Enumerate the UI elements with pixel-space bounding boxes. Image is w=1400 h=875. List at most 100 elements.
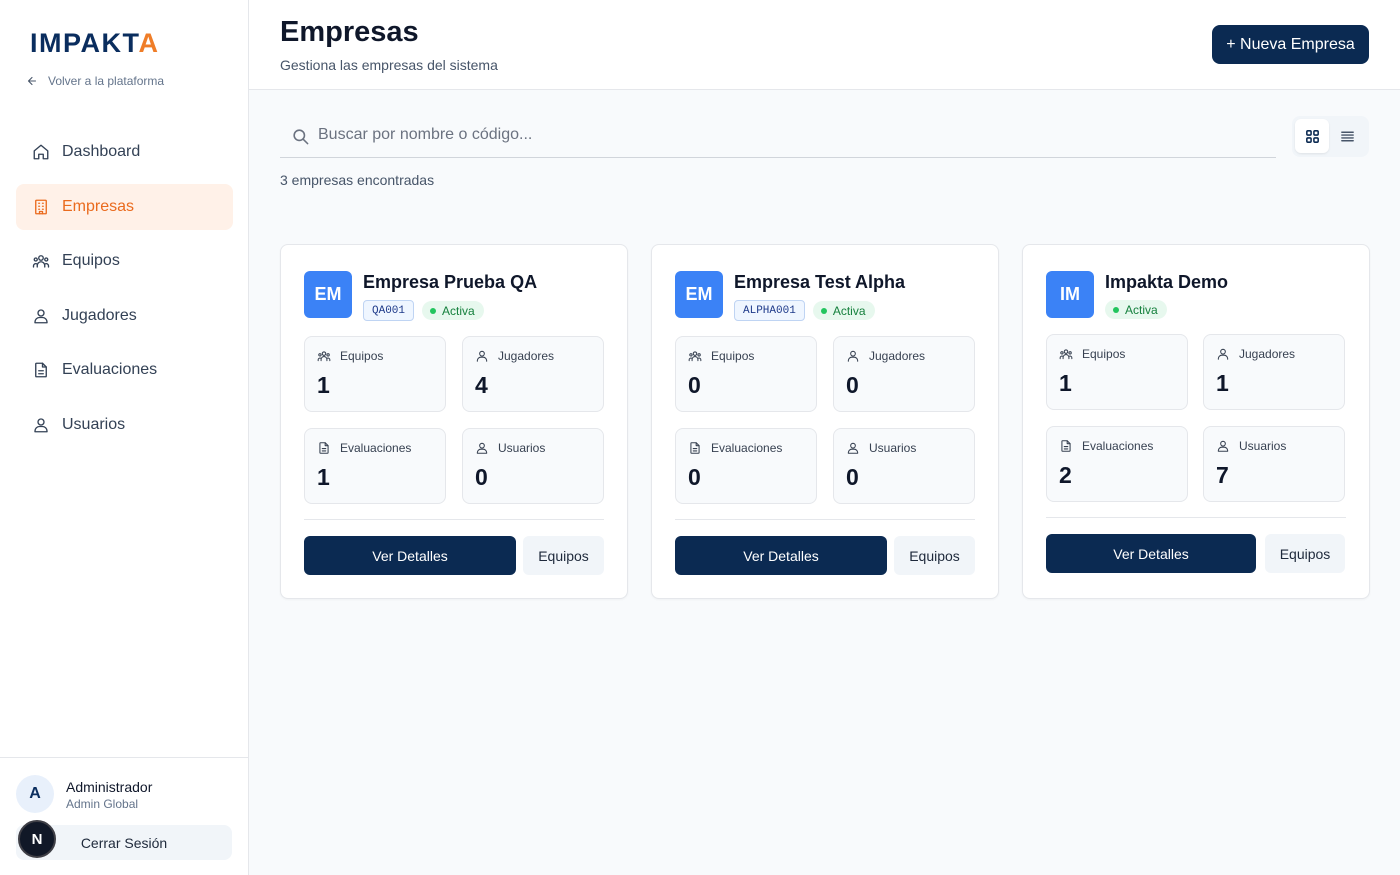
back-to-platform-link[interactable]: Volver a la plataforma	[26, 74, 164, 88]
list-view-button[interactable]	[1330, 119, 1364, 153]
users-icon	[476, 442, 488, 454]
sidebar-item-label: Dashboard	[62, 143, 141, 160]
stat-label: Usuarios	[475, 441, 545, 455]
stat-value: 4	[475, 372, 488, 398]
stat-label-text: Jugadores	[869, 349, 926, 363]
stat-label-text: Evaluaciones	[711, 441, 783, 455]
status-label: Activa	[832, 303, 866, 318]
document-icon	[319, 442, 329, 454]
stat-value: 1	[317, 372, 330, 398]
page-subtitle: Gestiona las empresas del sistema	[280, 57, 498, 73]
page-header: Empresas Gestiona las empresas del siste…	[249, 0, 1400, 90]
dev-tools-badge[interactable]: N	[18, 820, 56, 858]
card-divider	[304, 519, 604, 520]
user-icon	[847, 350, 859, 362]
stat-label: Usuarios	[1216, 439, 1286, 453]
stat-label: Equipos	[688, 349, 754, 363]
sidebar-item-label: Equipos	[62, 252, 120, 269]
status-dot-icon	[1113, 306, 1119, 313]
company-card: IM Impakta Demo Activa Equipos 1 Jugador…	[1022, 244, 1370, 599]
sidebar-item-jugadores[interactable]: Jugadores	[16, 293, 233, 339]
status-label: Activa	[442, 303, 475, 318]
sidebar-item-dashboard[interactable]: Dashboard	[16, 129, 233, 175]
stat-label-text: Equipos	[340, 349, 384, 363]
stat-label: Evaluaciones	[317, 441, 411, 455]
stat-label-text: Jugadores	[498, 349, 555, 363]
stat-label: Evaluaciones	[688, 441, 782, 455]
team-icon	[688, 351, 702, 362]
stat-value: 0	[688, 464, 701, 490]
stat-label: Usuarios	[846, 441, 916, 455]
view-details-button[interactable]: Ver Detalles	[1046, 534, 1256, 573]
user-name: Administrador	[66, 779, 153, 795]
sidebar-item-label: Evaluaciones	[62, 361, 158, 378]
stat-label-text: Jugadores	[1239, 347, 1296, 361]
document-icon	[690, 442, 700, 454]
team-icon	[32, 255, 50, 268]
stat-value: 0	[846, 464, 859, 490]
logo[interactable]: IMPAKTA	[30, 28, 159, 59]
users-icon	[34, 308, 48, 323]
status-badge: Activa	[812, 301, 875, 320]
sidebar-item-evaluaciones[interactable]: Evaluaciones	[16, 347, 233, 393]
stat-label-text: Evaluaciones	[1082, 439, 1154, 453]
stat-value: 1	[1216, 370, 1229, 396]
logo-accent: A	[138, 28, 160, 58]
company-card: EM Empresa Test Alpha ALPHA001 Activa Eq…	[651, 244, 999, 599]
status-badge: Activa	[1105, 300, 1167, 319]
grid-view-button[interactable]	[1295, 119, 1329, 153]
card-divider	[1046, 517, 1346, 518]
status-dot-icon	[430, 307, 437, 314]
stat-teams: Equipos 1	[1046, 334, 1188, 410]
teams-button[interactable]: Equipos	[523, 536, 604, 575]
sidebar-item-label: Empresas	[62, 197, 135, 215]
stat-label: Evaluaciones	[1059, 439, 1153, 453]
search-icon	[293, 129, 309, 145]
stat-evaluations: Evaluaciones 0	[675, 428, 817, 504]
company-badges: ALPHA001 Activa	[734, 300, 875, 321]
stat-label-text: Usuarios	[869, 441, 917, 455]
stat-value: 2	[1059, 462, 1072, 488]
status-label: Activa	[1125, 302, 1158, 317]
teams-button[interactable]: Equipos	[894, 536, 975, 575]
sidebar-item-label: Jugadores	[62, 306, 137, 324]
stat-label: Equipos	[317, 349, 383, 363]
result-count: 3 empresas encontradas	[280, 172, 435, 188]
users-icon	[1217, 440, 1229, 452]
sidebar-item-empresas[interactable]: Empresas	[16, 183, 233, 230]
teams-button[interactable]: Equipos	[1265, 534, 1345, 573]
sidebar-item-usuarios[interactable]: Usuarios	[16, 402, 233, 448]
stat-users: Usuarios 7	[1203, 426, 1345, 502]
arrow-left-icon	[27, 76, 37, 86]
company-name: Impakta Demo	[1105, 272, 1229, 292]
stat-label-text: Usuarios	[1239, 439, 1287, 453]
sidebar-item-equipos[interactable]: Equipos	[16, 238, 233, 284]
search-input[interactable]	[318, 123, 1218, 147]
document-icon	[1061, 440, 1071, 452]
stat-value: 1	[317, 464, 330, 490]
team-icon	[1059, 349, 1073, 360]
list-icon	[1340, 131, 1354, 141]
company-avatar: IM	[1046, 271, 1094, 318]
logo-main: IMPAKT	[30, 28, 139, 58]
stat-value: 0	[846, 372, 859, 398]
user-icon	[1217, 348, 1229, 360]
stat-teams: Equipos 0	[675, 336, 817, 412]
stat-label: Equipos	[1059, 347, 1125, 361]
users-icon	[34, 417, 48, 432]
stat-value: 0	[688, 372, 701, 398]
view-toggle	[1292, 116, 1369, 157]
building-icon	[35, 199, 47, 214]
view-details-button[interactable]: Ver Detalles	[304, 536, 516, 575]
search-bar	[280, 113, 1276, 158]
sidebar-nav: Dashboard Empresas Equipos Jugadores Eva…	[16, 129, 233, 456]
stat-value: 1	[1059, 370, 1072, 396]
grid-icon	[1305, 129, 1319, 143]
view-details-button[interactable]: Ver Detalles	[675, 536, 887, 575]
stat-users: Usuarios 0	[462, 428, 604, 504]
status-dot-icon	[820, 307, 827, 314]
home-icon	[33, 144, 49, 160]
stat-label: Jugadores	[1216, 347, 1295, 361]
new-company-button[interactable]: + Nueva Empresa	[1212, 25, 1369, 64]
users-icon	[847, 442, 859, 454]
